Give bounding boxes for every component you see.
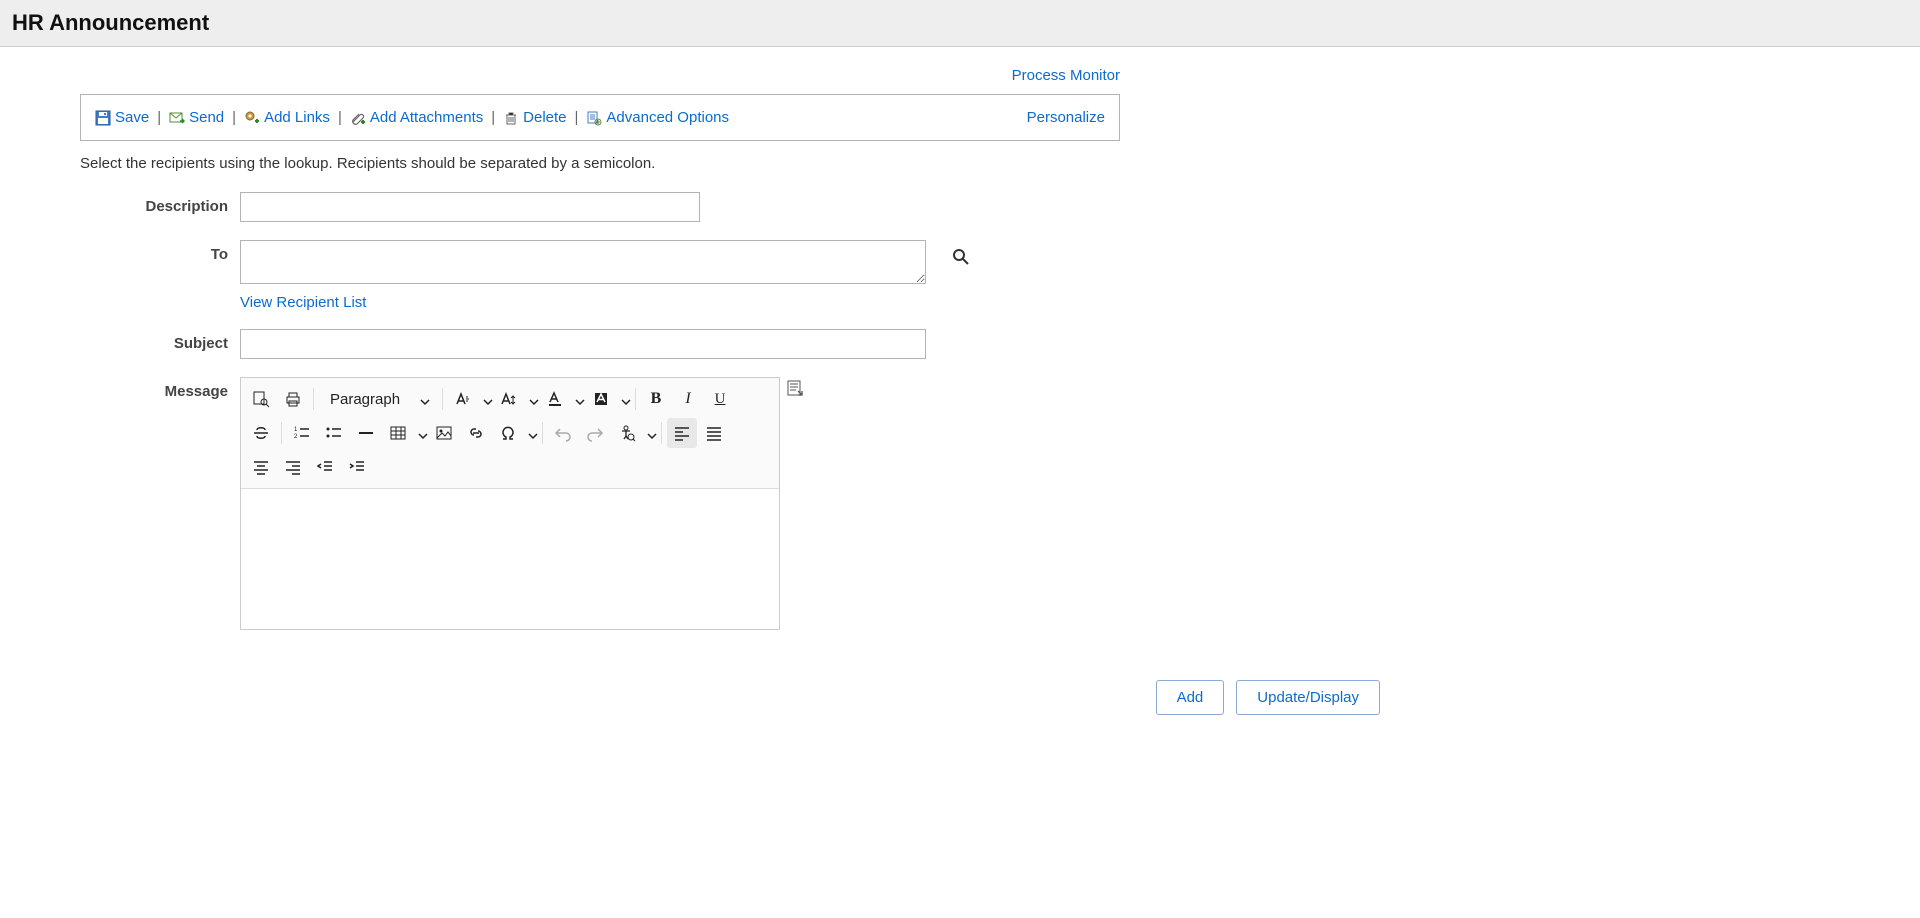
chevron-down-icon[interactable]: [621, 394, 631, 404]
outdent-icon[interactable]: [310, 452, 340, 482]
advanced-options-action[interactable]: Advanced Options: [586, 109, 729, 126]
separator: [281, 422, 282, 444]
separator: |: [338, 109, 342, 126]
send-action[interactable]: Send: [169, 109, 224, 126]
delete-label: Delete: [523, 109, 566, 126]
chevron-down-icon: [420, 394, 430, 404]
chevron-down-icon[interactable]: [575, 394, 585, 404]
separator: |: [157, 109, 161, 126]
page-header: HR Announcement: [0, 0, 1920, 47]
editor-toolbar-row-2: 12: [245, 418, 775, 448]
description-input[interactable]: [240, 192, 700, 222]
font-family-icon[interactable]: [448, 384, 478, 414]
separator: [635, 388, 636, 410]
message-label: Message: [80, 377, 240, 400]
align-justify-icon[interactable]: [699, 418, 729, 448]
save-label: Save: [115, 109, 149, 126]
indent-icon[interactable]: [342, 452, 372, 482]
editor-toolbar: Paragraph: [241, 378, 779, 489]
font-size-icon[interactable]: [494, 384, 524, 414]
text-color-icon[interactable]: [540, 384, 570, 414]
rich-text-editor: Paragraph: [240, 377, 780, 630]
process-monitor-link[interactable]: Process Monitor: [1012, 67, 1120, 84]
add-attachments-icon: [350, 110, 366, 126]
link-icon[interactable]: [461, 418, 491, 448]
numbered-list-icon[interactable]: 12: [287, 418, 317, 448]
find-replace-icon[interactable]: [246, 384, 276, 414]
redo-icon[interactable]: [580, 418, 610, 448]
chevron-down-icon[interactable]: [529, 394, 539, 404]
save-icon: [95, 110, 111, 126]
subject-label: Subject: [80, 329, 240, 352]
action-toolbar-actions: Save | Send | Add Links | Add: [95, 109, 1027, 126]
page-content: Process Monitor Save | Send |: [0, 47, 1920, 755]
svg-text:1: 1: [294, 427, 298, 433]
advanced-options-icon: [586, 110, 602, 126]
separator: [442, 388, 443, 410]
paragraph-dropdown[interactable]: Paragraph: [318, 384, 438, 414]
description-label: Description: [80, 192, 240, 215]
save-action[interactable]: Save: [95, 109, 149, 126]
bulleted-list-icon[interactable]: [319, 418, 349, 448]
editor-toolbar-row-3: [245, 452, 775, 482]
subject-input[interactable]: [240, 329, 926, 359]
send-icon: [169, 110, 185, 126]
to-row: To View Recipient List: [80, 240, 1920, 311]
separator: |: [575, 109, 579, 126]
undo-icon[interactable]: [548, 418, 578, 448]
add-button[interactable]: Add: [1156, 680, 1225, 715]
image-icon[interactable]: [429, 418, 459, 448]
underline-icon[interactable]: U: [705, 384, 735, 414]
editor-toolbar-row-1: Paragraph: [245, 384, 775, 414]
to-input[interactable]: [240, 240, 926, 284]
strikethrough-icon[interactable]: [246, 418, 276, 448]
top-link-row: Process Monitor: [80, 67, 1120, 84]
add-attachments-action[interactable]: Add Attachments: [350, 109, 483, 126]
print-icon[interactable]: [278, 384, 308, 414]
chevron-down-icon[interactable]: [483, 394, 493, 404]
action-toolbar: Save | Send | Add Links | Add: [80, 94, 1120, 141]
update-display-button[interactable]: Update/Display: [1236, 680, 1380, 715]
view-recipient-list-link[interactable]: View Recipient List: [240, 294, 970, 311]
bold-icon[interactable]: B: [641, 384, 671, 414]
add-links-label: Add Links: [264, 109, 330, 126]
special-char-icon[interactable]: [493, 418, 523, 448]
bottom-button-row: Add Update/Display: [80, 680, 1380, 715]
separator: [661, 422, 662, 444]
separator: |: [491, 109, 495, 126]
separator: [542, 422, 543, 444]
italic-icon[interactable]: I: [673, 384, 703, 414]
paragraph-dropdown-label: Paragraph: [330, 391, 400, 408]
accessibility-check-icon[interactable]: [612, 418, 642, 448]
separator: |: [232, 109, 236, 126]
table-icon[interactable]: [383, 418, 413, 448]
align-right-icon[interactable]: [278, 452, 308, 482]
lookup-icon[interactable]: [952, 248, 970, 266]
add-links-action[interactable]: Add Links: [244, 109, 330, 126]
message-row: Message Paragraph: [80, 377, 1920, 630]
advanced-options-label: Advanced Options: [606, 109, 729, 126]
svg-text:2: 2: [294, 434, 298, 440]
personalize-link[interactable]: Personalize: [1027, 109, 1105, 126]
chevron-down-icon[interactable]: [418, 428, 428, 438]
subject-row: Subject: [80, 329, 1920, 359]
trash-icon: [503, 110, 519, 126]
horizontal-rule-icon[interactable]: [351, 418, 381, 448]
message-input[interactable]: [241, 489, 779, 629]
chevron-down-icon[interactable]: [647, 428, 657, 438]
instruction-text: Select the recipients using the lookup. …: [80, 155, 1920, 172]
description-row: Description: [80, 192, 1920, 222]
add-attachments-label: Add Attachments: [370, 109, 483, 126]
align-center-icon[interactable]: [246, 452, 276, 482]
chevron-down-icon[interactable]: [528, 428, 538, 438]
add-links-icon: [244, 110, 260, 126]
send-label: Send: [189, 109, 224, 126]
popout-editor-icon[interactable]: [786, 379, 804, 397]
to-label: To: [80, 240, 240, 263]
delete-action[interactable]: Delete: [503, 109, 566, 126]
align-left-icon[interactable]: [667, 418, 697, 448]
page-title: HR Announcement: [12, 10, 1908, 36]
background-color-icon[interactable]: [586, 384, 616, 414]
separator: [313, 388, 314, 410]
